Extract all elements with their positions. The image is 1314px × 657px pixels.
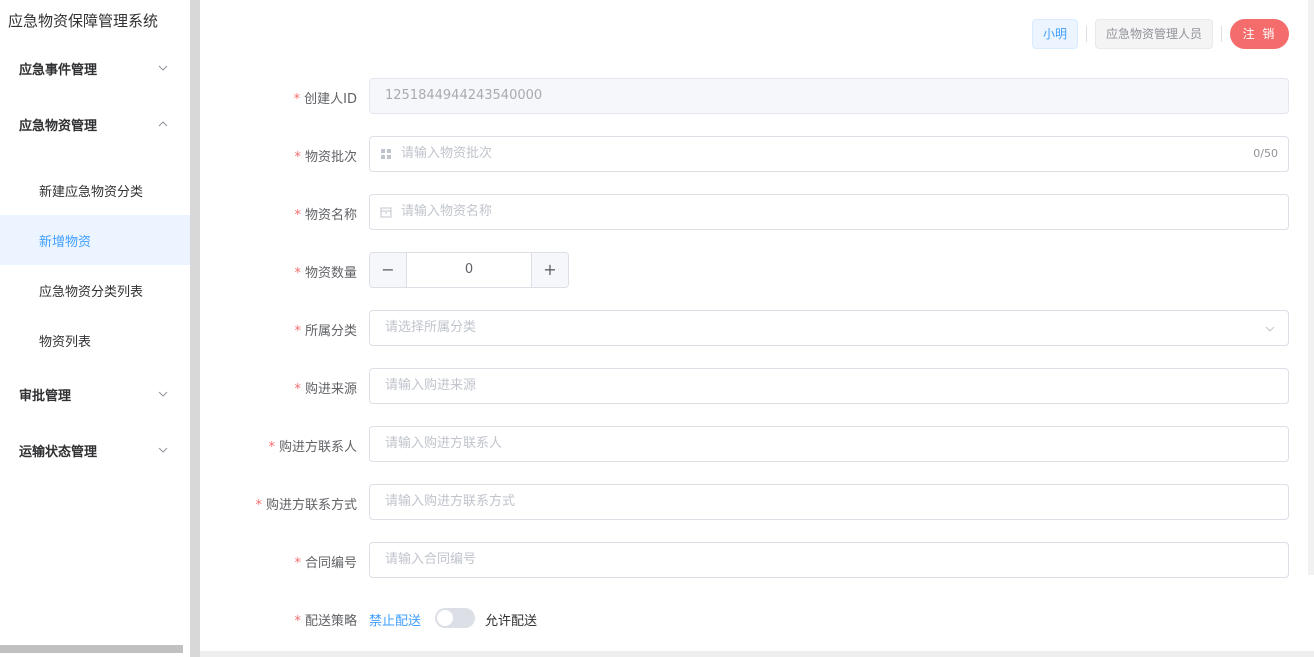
label-text: 所属分类: [304, 324, 357, 339]
quantity-label: * 物资数量: [294, 262, 357, 281]
logout-button[interactable]: 注 销: [1230, 19, 1289, 49]
chevron-down-icon: [1265, 326, 1275, 332]
quantity-input[interactable]: 0: [407, 253, 531, 287]
menu-item-add-supplies[interactable]: 新增物资: [0, 215, 190, 265]
vertical-scrollbar[interactable]: [1308, 0, 1314, 575]
menu-item-label: 应急物资分类列表: [39, 284, 144, 300]
delivery-disabled-option[interactable]: 禁止配送: [369, 610, 421, 629]
contract-no-input[interactable]: 请输入合同编号: [369, 542, 1289, 578]
menu-item-new-category[interactable]: 新建应急物资分类: [0, 165, 190, 215]
horizontal-scrollbar-track[interactable]: [200, 651, 1314, 657]
batch-input[interactable]: 请输入物资批次 0/50: [369, 136, 1289, 172]
label-text: 购进方联系方式: [265, 498, 357, 513]
required-mark: *: [294, 208, 301, 223]
menu-item-label: 新建应急物资分类: [39, 184, 144, 200]
decrease-button[interactable]: −: [370, 253, 407, 287]
batch-placeholder: 请输入物资批次: [401, 146, 493, 161]
contact-label: * 购进方联系人: [268, 436, 357, 455]
label-text: 合同编号: [304, 556, 357, 571]
delivery-toggle[interactable]: [435, 608, 475, 628]
creator-id-label: * 创建人ID: [294, 88, 357, 107]
menu-item-label: 物资列表: [39, 334, 92, 350]
source-label: * 购进来源: [294, 378, 357, 397]
menu-item-supplies-list[interactable]: 物资列表: [0, 315, 190, 365]
menu-group-label: 应急事件管理: [19, 62, 98, 78]
label-text: 购进来源: [304, 382, 357, 397]
contact-placeholder: 请输入购进方联系人: [385, 436, 503, 451]
category-select[interactable]: 请选择所属分类: [369, 310, 1289, 346]
contact-method-placeholder: 请输入购进方联系方式: [385, 494, 516, 509]
required-mark: *: [294, 150, 301, 165]
menu-group-label: 应急物资管理: [19, 118, 98, 134]
label-text: 物资批次: [304, 150, 357, 165]
sidebar: 应急物资保障管理系统 应急事件管理 应急物资管理 新建应急物资分类 新增物资 应…: [0, 0, 190, 645]
chevron-down-icon: [158, 391, 168, 397]
app-title: 应急物资保障管理系统: [8, 12, 159, 30]
category-placeholder: 请选择所属分类: [385, 320, 477, 335]
contact-method-input[interactable]: 请输入购进方联系方式: [369, 484, 1289, 520]
required-mark: *: [294, 382, 301, 397]
header-divider: [1221, 26, 1222, 42]
source-input[interactable]: 请输入购进来源: [369, 368, 1289, 404]
menu-item-label: 新增物资: [39, 234, 92, 250]
contract-no-label: * 合同编号: [294, 552, 357, 571]
source-placeholder: 请输入购进来源: [385, 378, 477, 393]
user-name-tag[interactable]: 小明: [1032, 19, 1079, 49]
required-mark: *: [293, 92, 301, 107]
creator-id-value: 1251844944243540000: [385, 88, 543, 103]
creator-id-field: 1251844944243540000: [369, 78, 1289, 114]
sidebar-horizontal-scrollbar[interactable]: [0, 645, 183, 653]
contract-no-placeholder: 请输入合同编号: [385, 552, 477, 567]
required-mark: *: [268, 440, 275, 455]
menu-group-transport-status[interactable]: 运输状态管理: [0, 430, 190, 470]
user-role-tag: 应急物资管理人员: [1095, 19, 1214, 49]
menu-group-emergency-supplies[interactable]: 应急物资管理: [0, 104, 190, 144]
delivery-enabled-option[interactable]: 允许配送: [485, 610, 537, 629]
header-divider: [1086, 26, 1087, 42]
required-mark: *: [294, 556, 301, 571]
chevron-up-icon: [158, 121, 168, 127]
grid-icon: [381, 149, 391, 159]
increase-button[interactable]: +: [531, 253, 568, 287]
toggle-knob: [437, 610, 453, 626]
label-text: 创建人ID: [304, 92, 357, 107]
label-text: 配送策略: [304, 614, 357, 629]
chevron-down-icon: [158, 65, 168, 71]
sidebar-divider[interactable]: [190, 0, 200, 657]
category-label: * 所属分类: [294, 320, 357, 339]
name-label: * 物资名称: [294, 204, 357, 223]
required-mark: *: [294, 266, 301, 281]
contact-method-label: * 购进方联系方式: [255, 494, 357, 513]
label-text: 物资名称: [304, 208, 357, 223]
required-mark: *: [294, 324, 301, 339]
menu-group-label: 运输状态管理: [19, 444, 98, 460]
required-mark: *: [294, 614, 301, 629]
menu-group-label: 审批管理: [19, 388, 72, 404]
menu-item-category-list[interactable]: 应急物资分类列表: [0, 265, 190, 315]
label-text: 物资数量: [304, 266, 357, 281]
contact-input[interactable]: 请输入购进方联系人: [369, 426, 1289, 462]
label-text: 购进方联系人: [278, 440, 357, 455]
menu-group-approval[interactable]: 审批管理: [0, 374, 190, 414]
required-mark: *: [255, 498, 262, 513]
quantity-stepper: − 0 +: [369, 252, 569, 288]
chevron-down-icon: [158, 447, 168, 453]
name-input[interactable]: 请输入物资名称: [369, 194, 1289, 230]
batch-label: * 物资批次: [294, 146, 357, 165]
box-icon: [380, 207, 392, 218]
menu-group-emergency-events[interactable]: 应急事件管理: [0, 48, 190, 88]
delivery-label: * 配送策略: [294, 610, 357, 629]
name-placeholder: 请输入物资名称: [401, 204, 493, 219]
batch-char-count: 0/50: [1253, 147, 1278, 160]
